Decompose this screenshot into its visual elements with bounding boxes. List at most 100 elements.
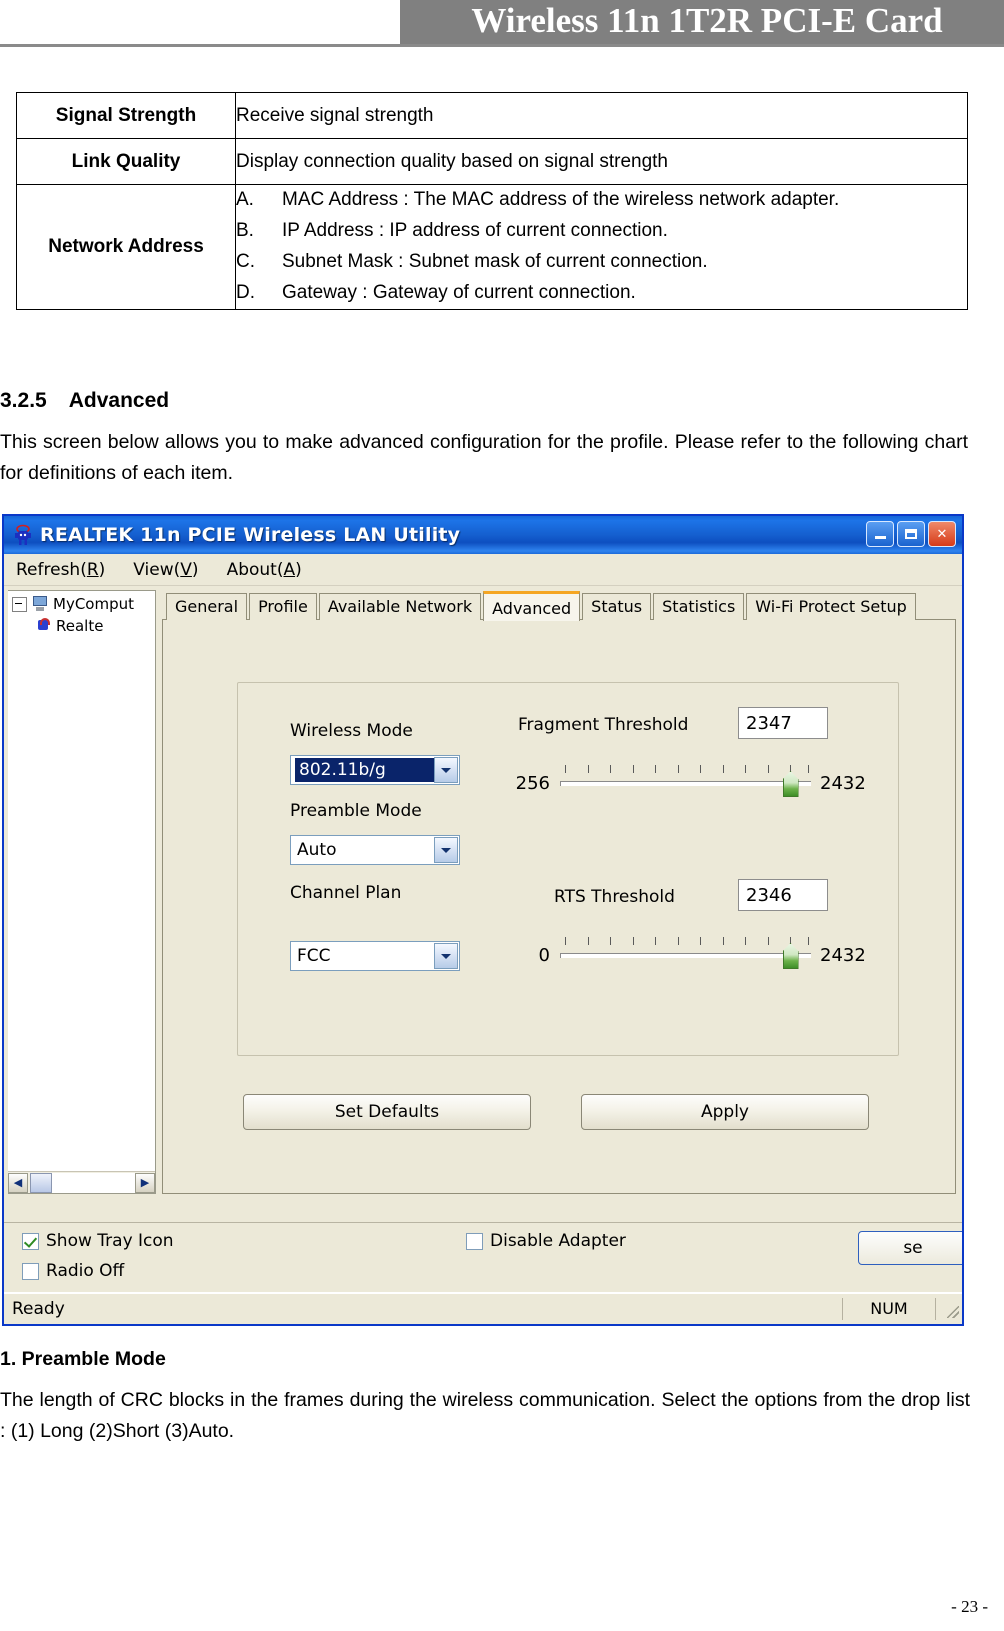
chevron-down-icon[interactable] xyxy=(434,837,458,863)
checkbox-icon-checked[interactable] xyxy=(22,1232,39,1250)
realtek-adapter-icon xyxy=(34,618,52,634)
slider-track[interactable] xyxy=(560,953,811,958)
rts-slider-max-label: 2432 xyxy=(820,945,866,966)
section-heading: 3.2.5 Advanced xyxy=(0,389,169,413)
adapter-tree-pane[interactable]: MyComput Realte ◀ ▶ xyxy=(8,590,156,1194)
row-value-link-quality: Display connection quality based on sign… xyxy=(235,138,968,185)
resize-grip-icon[interactable] xyxy=(936,1298,962,1320)
tabstrip: General Profile Available Network Advanc… xyxy=(162,590,956,621)
scroll-right-icon[interactable]: ▶ xyxy=(135,1172,155,1193)
wireless-mode-label: Wireless Mode xyxy=(290,721,413,741)
menu-accel-view: V xyxy=(180,559,192,580)
tree-item-mycomputer[interactable]: MyComput xyxy=(8,591,155,613)
disable-adapter-checkbox[interactable]: Disable Adapter xyxy=(466,1231,626,1251)
tab-wifi-protect-setup[interactable]: Wi-Fi Protect Setup xyxy=(746,593,916,620)
table-row: Signal Strength Receive signal strength xyxy=(16,92,968,139)
maximize-button[interactable] xyxy=(897,521,925,547)
page-number: - 23 - xyxy=(951,1597,988,1616)
rts-threshold-label: RTS Threshold xyxy=(554,887,675,907)
tab-advanced[interactable]: Advanced xyxy=(483,591,581,621)
tab-available-network[interactable]: Available Network xyxy=(318,593,482,620)
menu-label-refresh: Refresh( xyxy=(16,559,87,580)
checkbox-icon-unchecked[interactable] xyxy=(466,1232,483,1250)
advanced-settings-group: Wireless Mode 802.11b/g Preamble Mode Au… xyxy=(237,682,899,1056)
computer-icon xyxy=(31,596,49,612)
preamble-mode-select[interactable]: Auto xyxy=(290,835,460,865)
rts-threshold-slider[interactable]: 0 2432 xyxy=(539,937,866,977)
menu-tail-view: ) xyxy=(191,559,199,580)
scroll-left-icon[interactable]: ◀ xyxy=(8,1172,28,1193)
menu-accel-about: A xyxy=(283,559,296,580)
window-body: MyComput Realte ◀ ▶ General Profile Avai… xyxy=(4,586,962,1222)
tab-pane: General Profile Available Network Advanc… xyxy=(162,590,956,1222)
maximize-icon xyxy=(905,529,917,539)
fragment-threshold-input[interactable]: 2347 xyxy=(738,707,828,739)
realtek-logo-icon xyxy=(12,524,34,546)
menu-item-view[interactable]: View(V) xyxy=(133,560,198,580)
list-item-text: Gateway : Gateway of current connection. xyxy=(282,281,636,303)
slider-ticks xyxy=(560,765,810,774)
radio-off-checkbox[interactable]: Radio Off xyxy=(22,1261,124,1281)
list-item-key: B. xyxy=(236,219,254,241)
row-label-signal-strength: Signal Strength xyxy=(16,92,236,139)
section-title: Advanced xyxy=(68,389,170,412)
page-header: Wireless 11n 1T2R PCI-E Card xyxy=(0,0,1004,48)
slider-thumb[interactable] xyxy=(782,943,799,969)
menu-item-about[interactable]: About(A) xyxy=(227,560,302,580)
close-button[interactable]: ✕ xyxy=(928,521,956,547)
scrollbar-thumb[interactable] xyxy=(30,1172,52,1193)
window-controls: ✕ xyxy=(866,521,956,547)
rts-threshold-input[interactable]: 2346 xyxy=(738,879,828,911)
fragment-slider-min-label: 256 xyxy=(515,773,550,794)
rts-slider-min-label: 0 xyxy=(538,945,550,966)
fragment-slider-max-label: 2432 xyxy=(820,773,866,794)
scrollbar-track[interactable] xyxy=(52,1172,135,1193)
show-tray-icon-label: Show Tray Icon xyxy=(46,1231,174,1251)
tree-horizontal-scrollbar[interactable]: ◀ ▶ xyxy=(8,1171,155,1193)
section-number: 3.2.5 xyxy=(0,389,47,412)
chevron-down-icon[interactable] xyxy=(434,943,458,969)
tab-status[interactable]: Status xyxy=(582,593,652,620)
fragment-threshold-label: Fragment Threshold xyxy=(518,715,689,735)
fragment-threshold-slider[interactable]: 256 2432 xyxy=(516,765,866,805)
options-bar: Show Tray Icon Radio Off Disable Adapter… xyxy=(4,1222,962,1293)
realtek-utility-window: REALTEK 11n PCIE Wireless LAN Utility ✕ … xyxy=(2,514,964,1326)
channel-plan-label: Channel Plan xyxy=(290,883,402,903)
menu-tail-about: ) xyxy=(295,559,302,580)
menu-tail-refresh: ) xyxy=(98,559,106,580)
minimize-button[interactable] xyxy=(866,521,894,547)
list-item-text: IP Address : IP address of current conne… xyxy=(282,219,668,241)
set-defaults-button[interactable]: Set Defaults xyxy=(243,1094,531,1130)
tab-statistics[interactable]: Statistics xyxy=(653,593,745,620)
list-item: D. Gateway : Gateway of current connecti… xyxy=(236,278,967,309)
menubar: Refresh(R) View(V) About(A) xyxy=(4,554,962,586)
row-value-network-address: A. MAC Address : The MAC address of the … xyxy=(235,184,968,310)
channel-plan-value: FCC xyxy=(297,946,331,966)
menu-item-refresh[interactable]: Refresh(R) xyxy=(16,560,105,580)
tree-item-realtek-adapter[interactable]: Realte xyxy=(8,613,155,635)
disable-adapter-label: Disable Adapter xyxy=(490,1231,626,1251)
show-tray-icon-checkbox[interactable]: Show Tray Icon xyxy=(22,1231,174,1251)
close-icon: ✕ xyxy=(936,526,948,542)
checkbox-icon-unchecked[interactable] xyxy=(22,1262,39,1280)
close-dialog-button[interactable]: se xyxy=(858,1231,962,1265)
row-value-signal-strength: Receive signal strength xyxy=(235,92,968,139)
window-titlebar: REALTEK 11n PCIE Wireless LAN Utility ✕ xyxy=(4,516,962,554)
apply-button[interactable]: Apply xyxy=(581,1094,869,1130)
preamble-mode-label: Preamble Mode xyxy=(290,801,422,821)
chevron-down-icon[interactable] xyxy=(434,757,458,783)
row-label-network-address: Network Address xyxy=(16,184,236,310)
wireless-mode-select[interactable]: 802.11b/g xyxy=(290,755,460,785)
subsection-heading: 1. Preamble Mode xyxy=(0,1348,166,1370)
list-item: A. MAC Address : The MAC address of the … xyxy=(236,185,967,216)
tab-general[interactable]: General xyxy=(166,593,248,620)
slider-track[interactable] xyxy=(560,781,811,786)
tab-profile[interactable]: Profile xyxy=(249,593,317,620)
subsection-paragraph: The length of CRC blocks in the frames d… xyxy=(0,1389,970,1442)
collapse-icon[interactable] xyxy=(12,596,27,612)
wireless-mode-value: 802.11b/g xyxy=(295,758,434,782)
list-item-text: Subnet Mask : Subnet mask of current con… xyxy=(282,250,708,272)
channel-plan-select[interactable]: FCC xyxy=(290,941,460,971)
slider-thumb[interactable] xyxy=(782,771,799,797)
list-item: C. Subnet Mask : Subnet mask of current … xyxy=(236,247,967,278)
